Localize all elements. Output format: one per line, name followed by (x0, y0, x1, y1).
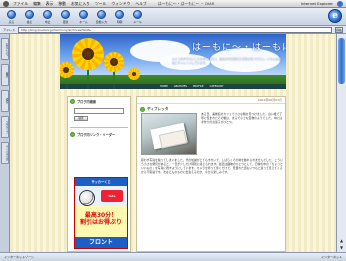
blog-post: 2004年06月03日 ディプレッタ ある日、美術館のカフェで小さな箱を見つけま… (136, 96, 286, 252)
ad-footer: フロント (75, 237, 127, 248)
post-body-paragraph: 思わず写真を撮ってしまいました。光の加減がとてもきれいで、しばらくその場を離れら… (141, 158, 283, 174)
refresh-button[interactable]: 更新 (58, 10, 73, 24)
sidebar-divider (70, 127, 128, 128)
url-field[interactable]: http://blog.livedoor.jp/harmony/archives… (18, 26, 332, 33)
nav-category[interactable]: CATEGORY (210, 85, 224, 88)
forward-label: 進む (26, 20, 33, 24)
ad-main-text: 最高30分！ 割引はお得ぶり (79, 212, 122, 226)
post-date: 2004年06月03日 (137, 97, 285, 104)
explorer-tab-page-holder[interactable]: ページホルダ (1, 142, 9, 164)
nav-archives[interactable]: ARCHIVES (174, 85, 187, 88)
back-label: 戻る (8, 20, 15, 24)
explorer-tab-scrapbook[interactable]: スクラップ (1, 116, 9, 138)
clover-icon (140, 107, 145, 112)
stop-label: 中止 (44, 20, 51, 24)
mail-label: メール (133, 20, 142, 24)
sidebar-ad-banner[interactable]: サッカーくじ toto 最高30分！ 割引はお得ぶり フロント (74, 177, 128, 249)
post-title-text[interactable]: ディプレッタ (147, 107, 168, 112)
apple-menu-icon[interactable] (3, 0, 9, 7)
address-label: アドレス (3, 27, 16, 32)
menubar: ファイル 編集 表示 移動 お気に入り ツール ウィンドウ ヘルプ はーもに～・… (0, 0, 346, 8)
scrollbar-thumb[interactable] (338, 38, 345, 84)
print-icon (115, 10, 124, 19)
site-title[interactable]: はーもに～・はーもに～ (192, 40, 286, 53)
menu-help[interactable]: ヘルプ (135, 1, 146, 7)
menu-tools[interactable]: ツール (95, 1, 106, 7)
links-heading: ブログ内リンク・リーダー (68, 130, 130, 139)
home-icon (79, 10, 88, 19)
window-title: はーもに～・はーもに～ ~ DIAR (157, 0, 215, 6)
autofill-icon (97, 10, 106, 19)
sidebar: ブログ内検索 検索 ブログ内リンク・リーダー サッカーくじ toto 最高30分… (67, 96, 131, 252)
autofill-button[interactable]: 自動入力 (94, 10, 109, 24)
menu-go[interactable]: 移動 (58, 1, 66, 7)
explorer-tab-search[interactable]: 検索 (1, 90, 9, 112)
app-name: Internet Explorer (300, 1, 333, 6)
menu-window[interactable]: ウィンドウ (111, 1, 130, 7)
banner-nav: HOME ARCHIVES PROFILE CATEGORY (60, 84, 286, 89)
search-heading-text: ブログ内検索 (77, 100, 97, 104)
blog-search-button[interactable]: 検索 (74, 116, 88, 121)
search-heading: ブログ内検索 (68, 97, 130, 106)
stop-button[interactable]: 中止 (40, 10, 55, 24)
links-heading-text: ブログ内リンク・リーダー (77, 133, 116, 137)
scroll-up-arrow-icon[interactable]: ▲ (338, 238, 345, 244)
blog-search-input[interactable] (74, 108, 124, 114)
refresh-label: 更新 (62, 20, 69, 24)
clover-icon (70, 132, 75, 137)
refresh-icon (61, 10, 70, 19)
mail-icon (133, 10, 142, 19)
menu-file[interactable]: ファイル (13, 1, 28, 7)
sunflower-graphic (104, 52, 124, 72)
ie-logo-icon: e (328, 9, 342, 23)
status-text: インターネットゾーン (4, 255, 34, 259)
nav-profile[interactable]: PROFILE (193, 85, 204, 88)
back-arrow-icon (7, 10, 16, 19)
web-page: はーもに～・はーもに～ ひとつのやりたいことを見つけたい。自分の中の隠れた才能を… (10, 34, 336, 252)
go-button[interactable]: 移動 (335, 26, 343, 33)
soccer-ball-icon (79, 190, 95, 206)
clover-icon (70, 99, 75, 104)
vertical-scrollbar[interactable]: ▲ ▼ (336, 34, 346, 252)
home-button[interactable]: ホーム (76, 10, 91, 24)
post-body-paragraph: ある日、美術館のカフェで小さな箱を見つけました。白い紙で丁寧に包まれたその箱は、… (201, 112, 283, 124)
back-button[interactable]: 戻る (4, 10, 19, 24)
scroll-down-arrow-icon[interactable]: ▼ (338, 245, 345, 251)
sunflower-graphic (128, 68, 140, 80)
mail-button[interactable]: メール (130, 10, 145, 24)
explorer-bar: お気に入り 履歴 検索 スクラップ ページホルダ (0, 34, 10, 252)
menu-favorites[interactable]: お気に入り (71, 1, 90, 7)
site-description: ひとつのやりたいことを見つけたい。自分の中の隠れた才能を見つけたい。いろんな趣味… (172, 57, 281, 65)
menubar-right: Internet Explorer (297, 0, 346, 7)
explorer-tab-history[interactable]: 履歴 (1, 64, 9, 86)
menu-edit[interactable]: 編集 (33, 1, 41, 7)
address-bar: アドレス http://blog.livedoor.jp/harmony/arc… (0, 26, 346, 34)
browser-toolbar: 戻る 進む 中止 更新 ホーム 自動入力 印刷 メール e (0, 8, 346, 26)
app-icon (337, 0, 343, 7)
print-button[interactable]: 印刷 (112, 10, 127, 24)
forward-arrow-icon (25, 10, 34, 19)
stop-icon (43, 10, 52, 19)
post-photo[interactable] (141, 113, 197, 155)
forward-button[interactable]: 進む (22, 10, 37, 24)
status-bar: インターネットゾーン インターネット (0, 252, 346, 261)
nav-home[interactable]: HOME (160, 85, 168, 88)
explorer-tab-favorites[interactable]: お気に入り (1, 38, 9, 60)
ad-header: サッカーくじ (75, 178, 127, 186)
ad-badge: toto (101, 190, 123, 202)
menu-view[interactable]: 表示 (46, 1, 54, 7)
home-label: ホーム (79, 20, 88, 24)
blog-banner: はーもに～・はーもに～ ひとつのやりたいことを見つけたい。自分の中の隠れた才能を… (60, 34, 286, 89)
print-label: 印刷 (116, 20, 123, 24)
sunflower-graphic (72, 38, 104, 70)
security-zone: インターネット (320, 255, 342, 259)
autofill-label: 自動入力 (95, 20, 108, 24)
